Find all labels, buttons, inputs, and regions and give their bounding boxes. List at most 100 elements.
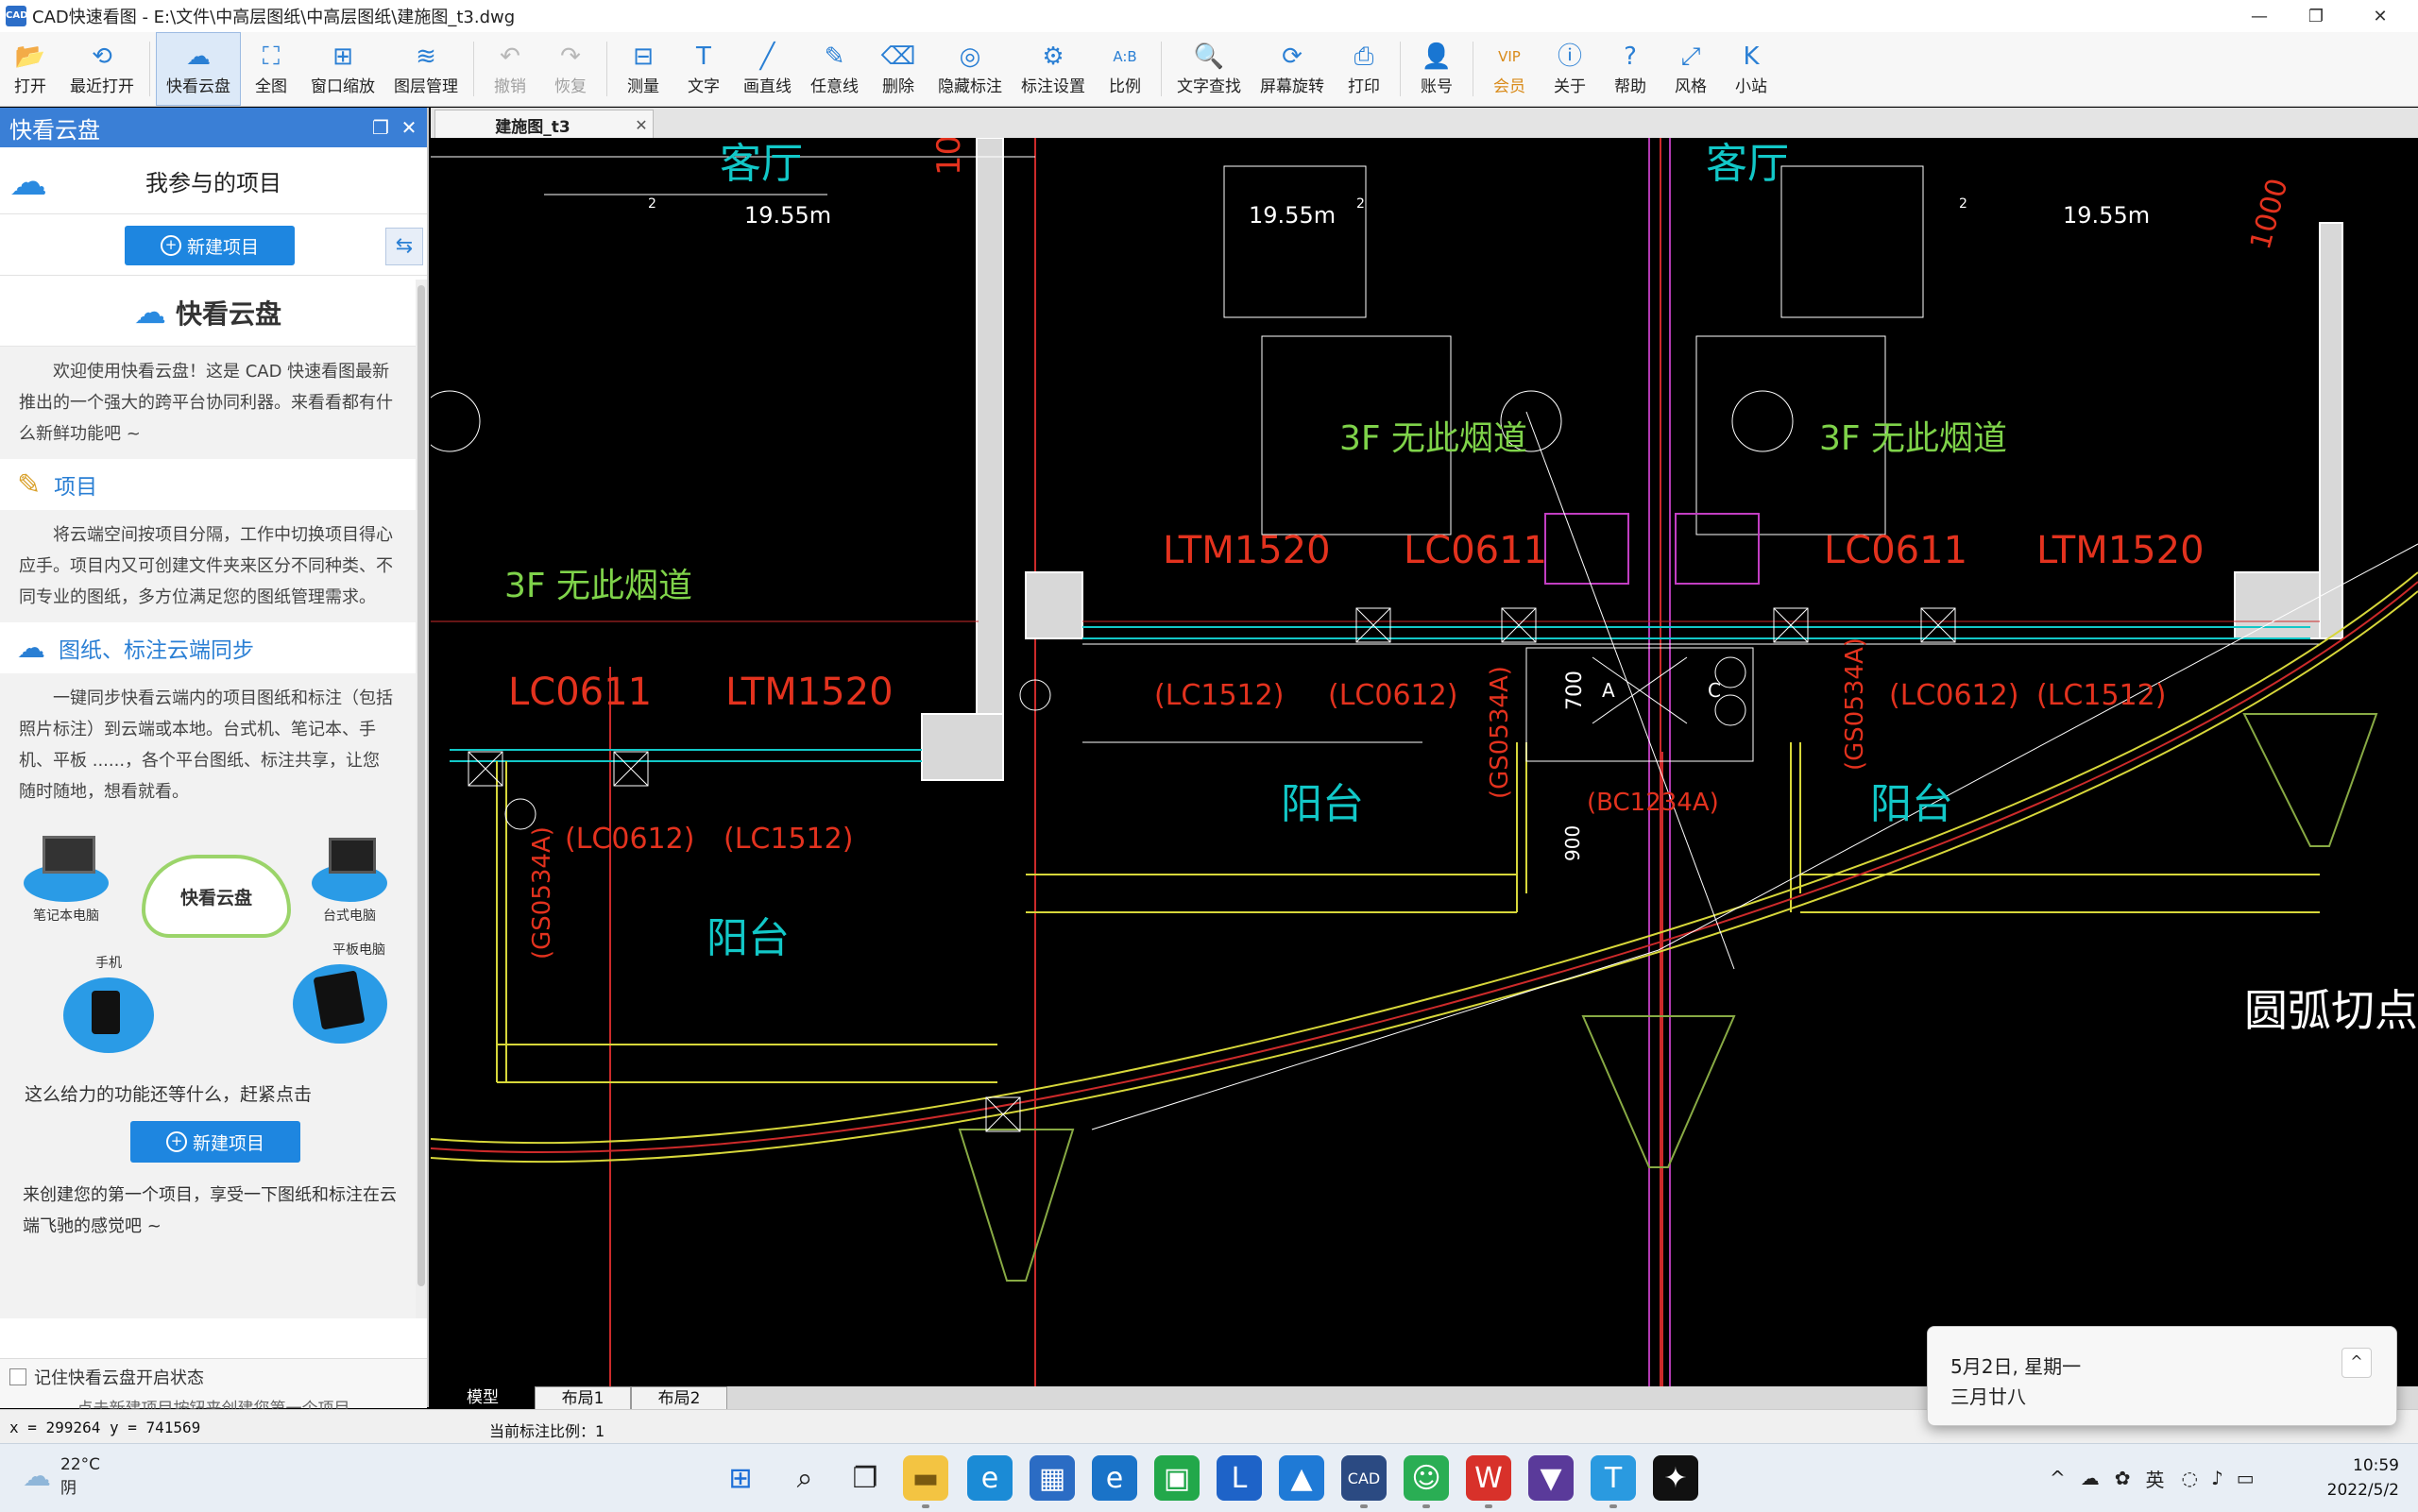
window-title: CAD快速看图 - E:\文件\中高层图纸\中高层图纸\建施图_t3.dwg xyxy=(32,8,516,27)
sync-button[interactable]: ⇆ xyxy=(385,228,423,265)
float-panel-button[interactable]: ❐ xyxy=(368,115,393,140)
wechat-button[interactable]: ☺ xyxy=(1404,1455,1449,1508)
toolbar-hide_marks-label: 隐藏标注 xyxy=(938,76,1002,96)
toolbar-account-label: 账号 xyxy=(1421,76,1453,96)
toolbar-site-button[interactable]: K 小站 xyxy=(1721,32,1781,106)
toolbar-vip-button[interactable]: VIP 会员 xyxy=(1479,32,1540,106)
close-window-button[interactable]: ✕ xyxy=(2352,0,2409,32)
cad-label: (LC1512) xyxy=(2036,679,2166,712)
tab-document[interactable]: 建施图_t3 ✕ xyxy=(434,110,654,139)
tab-layout-2[interactable]: 布局2 xyxy=(631,1386,727,1411)
coordinate-readout: x = 299264 y = 741569 xyxy=(9,1419,201,1436)
weather-widget[interactable]: ☁ 22°C 阴 xyxy=(23,1455,100,1498)
wps-icon: W xyxy=(1474,1461,1503,1495)
tab-layout-1[interactable]: 布局1 xyxy=(535,1386,631,1411)
ie-button[interactable]: e xyxy=(1092,1455,1137,1501)
file-explorer-button[interactable]: ▬ xyxy=(903,1455,948,1508)
toolbar-fullview-button[interactable]: ⛶ 全图 xyxy=(241,32,301,106)
device-illustration: 笔记本电脑 快看云盘 台式电脑 手机 平板电脑 xyxy=(0,826,416,1072)
cad-label: 3F 无此烟道 xyxy=(1819,419,2007,458)
toolbar-style-button[interactable]: ⤢ 风格 xyxy=(1660,32,1721,106)
desktop-device: 台式电脑 xyxy=(302,836,397,925)
app-t-button[interactable]: T xyxy=(1591,1455,1636,1508)
collapse-flyout-button[interactable]: ^ xyxy=(2341,1348,2372,1378)
toolbar-scale-button[interactable]: A:B 比例 xyxy=(1095,32,1155,106)
edge-button[interactable]: e xyxy=(967,1455,1013,1501)
app-l-button[interactable]: L xyxy=(1217,1455,1262,1501)
toolbar-measure-label: 测量 xyxy=(627,76,659,96)
system-clock[interactable]: 10:59 2022/5/2 xyxy=(2327,1453,2399,1503)
new-project-button-2[interactable]: + 新建项目 xyxy=(130,1121,300,1163)
cad-label: 阳台 xyxy=(1281,780,1364,828)
toolbar-delete-button[interactable]: ⌫ 删除 xyxy=(868,32,928,106)
toolbar-recent-button[interactable]: ⟲ 最近打开 xyxy=(60,32,144,106)
cloud-upload-icon: ☁ xyxy=(17,631,45,665)
search-button[interactable]: ⌕ xyxy=(782,1455,827,1501)
toolbar-account-button[interactable]: 👤 账号 xyxy=(1406,32,1467,106)
toolbar-cloud-button[interactable]: ☁ 快看云盘 xyxy=(156,32,241,106)
toolbar-layers-button[interactable]: ≋ 图层管理 xyxy=(384,32,468,106)
windows-logo-icon: ⊞ xyxy=(728,1461,753,1495)
checkbox-box[interactable] xyxy=(9,1368,26,1385)
tablet-label: 平板电脑 xyxy=(332,943,385,958)
calendar-flyout[interactable]: 5月2日, 星期一 三月廿八 ^ xyxy=(1927,1326,2397,1426)
toolbar-hide_marks-button[interactable]: ◎ 隐藏标注 xyxy=(928,32,1012,106)
cad-viewer-taskbar-button[interactable]: CAD xyxy=(1341,1455,1387,1508)
onedrive-icon[interactable]: ☁ xyxy=(2081,1467,2100,1489)
panel-scrollbar[interactable] xyxy=(416,280,427,1318)
start-button[interactable]: ⊞ xyxy=(718,1455,763,1501)
tray-app-icon[interactable]: ✿ xyxy=(2115,1467,2131,1489)
intro-header: ☁ 快看云盘 xyxy=(0,280,416,347)
toolbar-open-button[interactable]: 📂 打开 xyxy=(0,32,60,106)
toolbar-find_text-button[interactable]: 🔍 文字查找 xyxy=(1167,32,1251,106)
tab-model[interactable]: 模型 xyxy=(431,1386,535,1409)
toolbar-measure-button[interactable]: ⊟ 测量 xyxy=(613,32,673,106)
toolbar-print-button[interactable]: ⎙ 打印 xyxy=(1334,32,1394,106)
battery-icon[interactable]: ▭ xyxy=(2237,1467,2255,1489)
cad-label: (LC1512) xyxy=(724,823,853,856)
volume-icon[interactable]: ♪ xyxy=(2211,1467,2223,1489)
toolbar-text-button[interactable]: T 文字 xyxy=(673,32,734,106)
close-tab-icon[interactable]: ✕ xyxy=(630,116,653,134)
close-panel-button[interactable]: ✕ xyxy=(397,115,421,140)
title-bar: CAD CAD快速看图 - E:\文件\中高层图纸\中高层图纸\建施图_t3.d… xyxy=(0,0,2418,32)
toolbar-undo-button[interactable]: ↶ 撤销 xyxy=(480,32,540,106)
cad-canvas[interactable]: 客厅客厅客厅19.55m19.55m19.55m3F 无此烟道3F 无此烟道3F… xyxy=(431,138,2418,1386)
intro-text: 欢迎使用快看云盘！这是 CAD 快速看图最新推出的一个强大的跨平台协同利器。来看… xyxy=(19,362,393,444)
cad-drawing[interactable]: 客厅客厅客厅19.55m19.55m19.55m3F 无此烟道3F 无此烟道3F… xyxy=(431,138,2418,1386)
maximize-button[interactable]: ❐ xyxy=(2288,0,2344,32)
toolbar-redo-button[interactable]: ↷ 恢复 xyxy=(540,32,601,106)
cad-label: 19.55m xyxy=(744,202,831,229)
toolbar-line-button[interactable]: ╱ 画直线 xyxy=(734,32,801,106)
toolbar-rotate-button[interactable]: ⟳ 屏幕旋转 xyxy=(1251,32,1334,106)
app-dark-button[interactable]: ✦ xyxy=(1653,1455,1698,1501)
new-project-label-2: 新建项目 xyxy=(192,1132,264,1154)
new-project-button[interactable]: + 新建项目 xyxy=(125,226,295,265)
ime-indicator[interactable]: 英 xyxy=(2146,1465,2165,1492)
scroll-thumb[interactable] xyxy=(417,285,425,1286)
task-view-button[interactable]: ❐ xyxy=(843,1455,888,1501)
remember-state-checkbox[interactable]: 记住快看云盘开启状态 xyxy=(0,1359,427,1395)
toolbar-about-button[interactable]: ⓘ 关于 xyxy=(1540,32,1600,106)
vip-icon: VIP xyxy=(1498,47,1521,65)
photos-button[interactable]: ▲ xyxy=(1279,1455,1324,1501)
app-green-button[interactable]: ▣ xyxy=(1154,1455,1200,1501)
rotate-icon: ⟳ xyxy=(1282,42,1303,71)
toolbar-freeline-button[interactable]: ✎ 任意线 xyxy=(801,32,868,106)
wps-button[interactable]: W xyxy=(1466,1455,1511,1508)
store-button[interactable]: ▦ xyxy=(1030,1455,1075,1501)
app-purple-button[interactable]: ▼ xyxy=(1528,1455,1574,1501)
minimize-button[interactable]: — xyxy=(2231,0,2288,32)
tray-expand-icon[interactable]: ^ xyxy=(2050,1467,2066,1489)
search-icon: ⌕ xyxy=(796,1461,813,1495)
redo-icon: ↷ xyxy=(560,42,581,71)
toolbar-help-button[interactable]: ? 帮助 xyxy=(1600,32,1660,106)
flyout-lunar-date: 三月廿八 xyxy=(1950,1385,2026,1408)
outro-text: 来创建您的第一个项目，享受一下图纸和标注在云端飞驰的感觉吧 ~ xyxy=(23,1185,397,1236)
toolbar-text-label: 文字 xyxy=(688,76,720,96)
toolbar-window_zoom-button[interactable]: ⊞ 窗口缩放 xyxy=(301,32,384,106)
toolbar-mark_settings-label: 标注设置 xyxy=(1021,76,1085,96)
wifi-icon[interactable]: ◌ xyxy=(2182,1467,2198,1489)
toolbar-mark_settings-button[interactable]: ⚙ 标注设置 xyxy=(1012,32,1095,106)
l-logo-icon: L xyxy=(1231,1461,1248,1495)
